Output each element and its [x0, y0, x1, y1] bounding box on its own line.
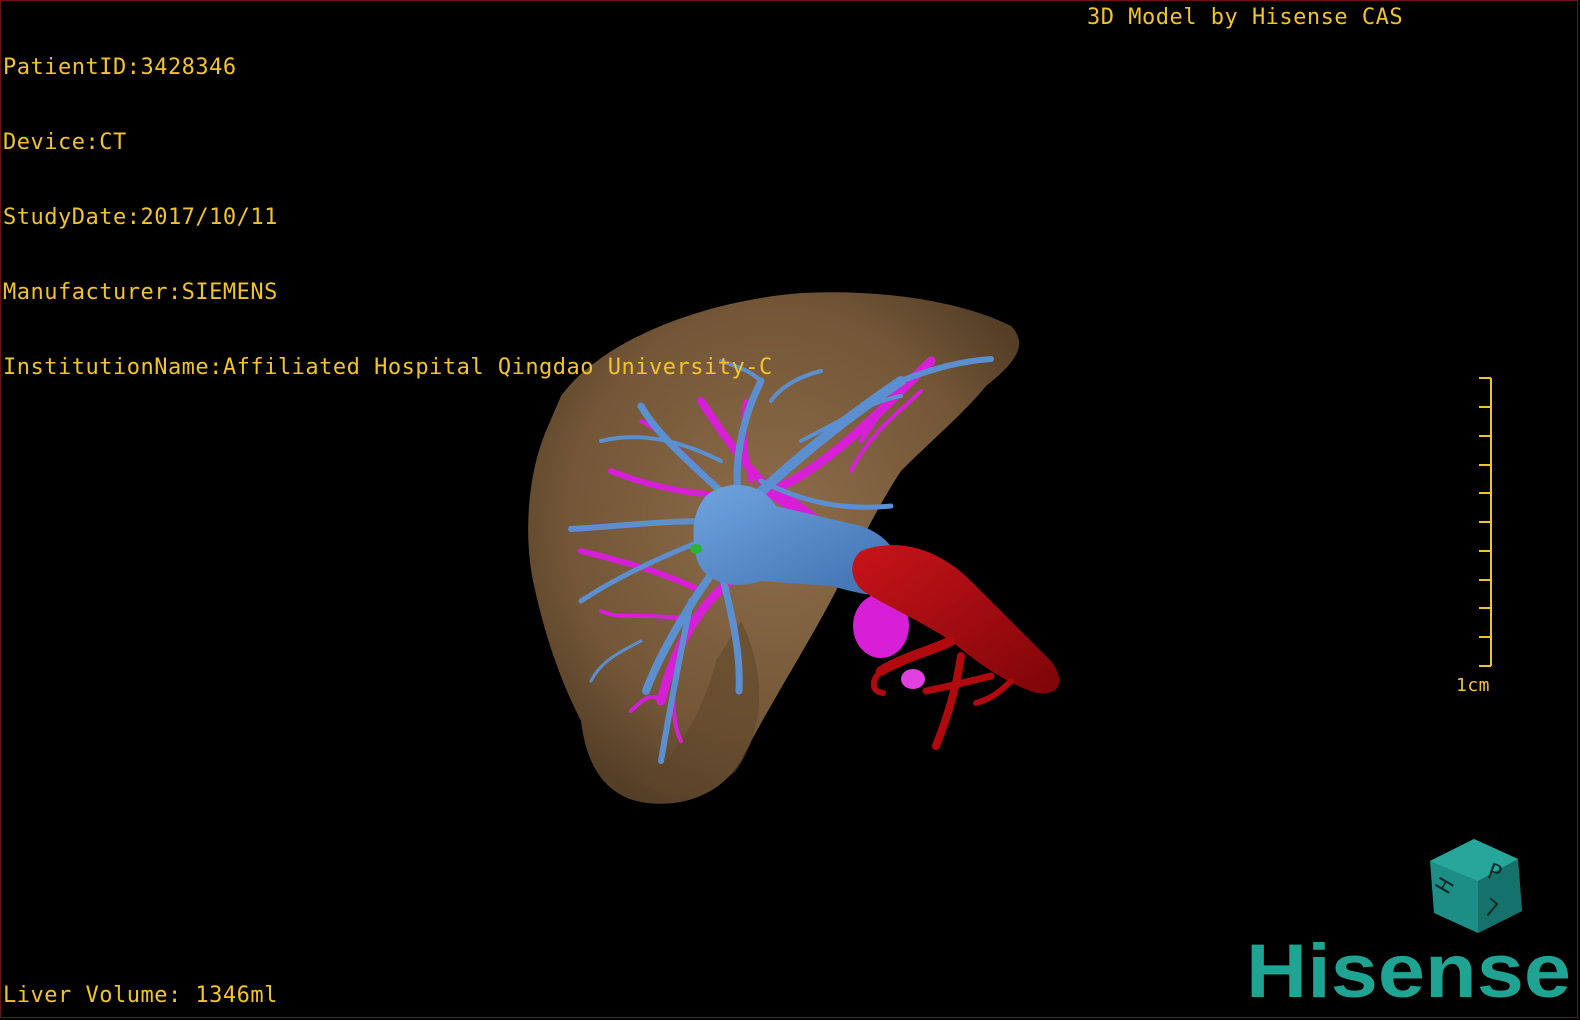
hisense-logo: Hisense	[1246, 931, 1571, 1011]
liver-volume-text: Liver Volume: 1346ml	[3, 983, 278, 1008]
viewport-3d[interactable]: PatientID:3428346 Device:CT StudyDate:20…	[0, 0, 1578, 1018]
gallbladder-marker	[690, 544, 702, 554]
device-text: Device:CT	[3, 130, 127, 155]
patient-id-text: PatientID:3428346	[3, 55, 237, 80]
model-credit-text: 3D Model by Hisense CAS	[1087, 5, 1404, 30]
orientation-cube-icon[interactable]: P H L	[1426, 837, 1526, 937]
scale-bar	[1479, 377, 1492, 667]
hepatic-vein-stump	[901, 669, 925, 689]
hisense-logo-text: Hisense	[1246, 931, 1571, 1011]
manufacturer-text: Manufacturer:SIEMENS	[3, 280, 278, 305]
patient-info-panel: PatientID:3428346 Device:CT StudyDate:20…	[3, 5, 773, 430]
study-date-text: StudyDate:2017/10/11	[3, 205, 278, 230]
scale-label: 1cm	[1456, 675, 1491, 696]
institution-text: InstitutionName:Affiliated Hospital Qing…	[3, 355, 773, 380]
